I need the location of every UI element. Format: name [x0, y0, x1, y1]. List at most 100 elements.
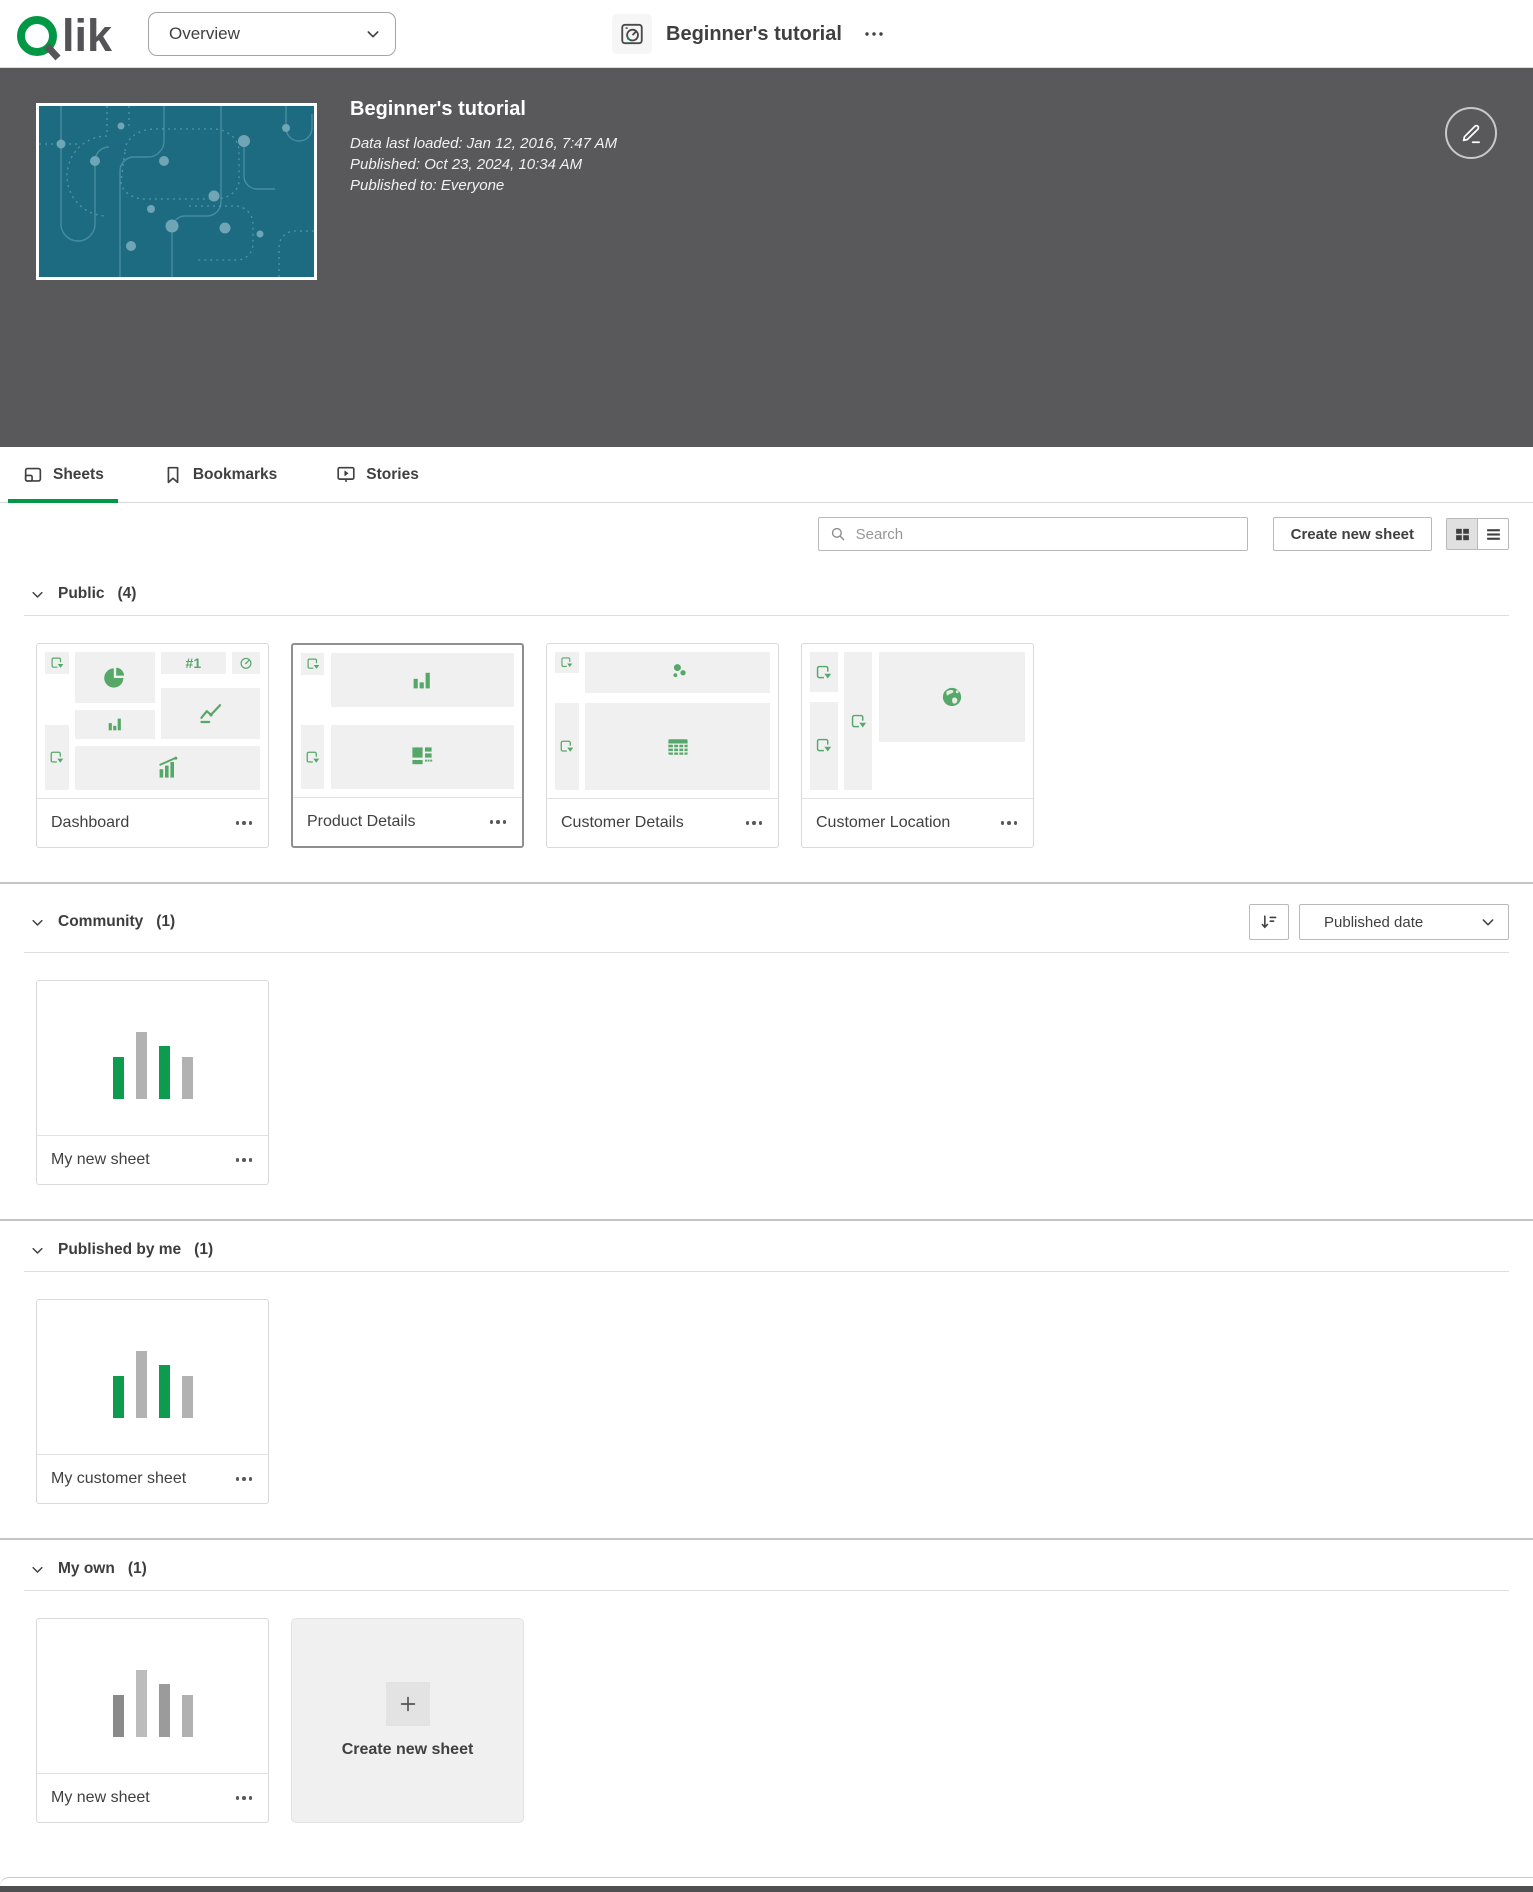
sheet-card-footer: My customer sheet	[37, 1454, 268, 1503]
section-count: (1)	[128, 1560, 147, 1578]
sheet-card[interactable]: My customer sheet	[36, 1299, 269, 1504]
list-view-button[interactable]	[1477, 518, 1509, 550]
app-info: Beginner's tutorial Data last loaded: Ja…	[350, 98, 617, 196]
sheet-object-tile	[555, 652, 579, 673]
section-toggle-published-by-me[interactable]: Published by me (1)	[30, 1241, 213, 1259]
section-public: Public (4) #1 Dashboard Product Details …	[0, 565, 1533, 882]
bar-chart-thumbnail	[37, 1619, 268, 1773]
section-toggle-my-own[interactable]: My own (1)	[30, 1560, 147, 1578]
sheet-card[interactable]: My new sheet	[36, 1618, 269, 1823]
sort-descending-icon	[1259, 912, 1279, 932]
sheet-object-tile	[879, 652, 1025, 742]
section-count: (1)	[156, 913, 175, 931]
section-label: Community	[58, 913, 143, 931]
chevron-down-icon	[30, 915, 45, 930]
search-box	[818, 517, 1248, 551]
sheet-card-menu-button[interactable]	[482, 806, 514, 838]
sort-by-value: Published date	[1324, 914, 1423, 931]
sheet-object-tile	[585, 652, 770, 693]
create-new-sheet-button[interactable]: Create new sheet	[1273, 517, 1432, 551]
ellipsis-icon	[746, 821, 763, 825]
chevron-down-icon	[30, 1243, 45, 1258]
meta-published: Published: Oct 23, 2024, 10:34 AM	[350, 154, 617, 175]
create-new-sheet-card[interactable]: Create new sheet	[291, 1618, 524, 1823]
sheet-thumbnail	[301, 653, 514, 789]
topbar: lik Overview Beginner's tutorial	[0, 0, 1533, 68]
tab-stories[interactable]: Stories	[321, 447, 433, 502]
bar-chart-icon	[410, 668, 434, 692]
thumbnail-bar	[182, 1695, 193, 1737]
pencil-icon	[1458, 120, 1484, 146]
thumbnail-bar	[113, 1376, 124, 1418]
grid-view-button[interactable]	[1446, 518, 1478, 550]
filterpane-icon	[49, 750, 64, 765]
section-published-by-me: Published by me (1) My customer sheet	[0, 1221, 1533, 1538]
sheet-object-tile	[45, 725, 69, 790]
edit-button[interactable]	[1445, 107, 1497, 159]
sheet-card-title: Product Details	[307, 813, 416, 831]
sheet-object-tile	[810, 702, 838, 790]
sheet-card-footer: Customer Location	[802, 798, 1033, 847]
bottom-edge	[0, 1877, 1533, 1886]
ellipsis-icon	[490, 820, 507, 824]
sheet-object-tile	[810, 652, 838, 692]
tab-bookmarks[interactable]: Bookmarks	[148, 447, 291, 502]
scatter-chart-icon	[666, 661, 690, 685]
sort-by-dropdown[interactable]: Published date	[1299, 904, 1509, 940]
app-menu-button[interactable]	[856, 16, 892, 52]
nav-dropdown-value: Overview	[169, 24, 240, 44]
app-thumbnail	[36, 103, 317, 280]
sheet-card-menu-button[interactable]	[228, 807, 260, 839]
sheet-card-menu-button[interactable]	[993, 807, 1025, 839]
tab-sheets[interactable]: Sheets	[8, 447, 118, 502]
sheet-card-title: Dashboard	[51, 814, 129, 832]
svg-text:lik: lik	[62, 10, 113, 61]
sheet-card[interactable]: My new sheet	[36, 980, 269, 1185]
sheet-object-tile	[301, 653, 324, 675]
ellipsis-icon	[236, 1477, 253, 1481]
search-input[interactable]	[856, 526, 1237, 543]
sheet-card[interactable]: Customer Location	[801, 643, 1034, 848]
sheet-card-footer: Product Details	[293, 797, 522, 846]
sheet-card[interactable]: #1 Dashboard	[36, 643, 269, 848]
sheet-object-tile	[75, 710, 155, 739]
sheet-thumbnail	[810, 652, 1025, 790]
kpi-value: #1	[186, 655, 202, 671]
sheet-card-footer: Customer Details	[547, 798, 778, 847]
view-toggle-group	[1446, 518, 1509, 550]
app-overview-page: lik Overview Beginner's tutorial	[0, 0, 1533, 1892]
sheet-card-menu-button[interactable]	[228, 1144, 260, 1176]
chevron-down-icon	[365, 26, 381, 42]
sheet-card[interactable]: Product Details	[291, 643, 524, 848]
stories-icon	[335, 464, 357, 486]
sheets-toolbar: Create new sheet	[0, 503, 1533, 565]
sheet-card[interactable]: Customer Details	[546, 643, 779, 848]
qlik-logo[interactable]: lik	[16, 6, 126, 62]
thumbnail-bar	[113, 1057, 124, 1099]
chevron-down-icon	[30, 1562, 45, 1577]
filterpane-icon	[305, 750, 320, 765]
bar-chart-thumbnail	[37, 981, 268, 1135]
map-icon	[940, 685, 964, 709]
ellipsis-icon	[1001, 821, 1018, 825]
section-toggle-public[interactable]: Public (4)	[30, 585, 136, 603]
thumbnail-bar	[159, 1046, 170, 1099]
nav-dropdown[interactable]: Overview	[148, 12, 396, 56]
hero-title: Beginner's tutorial	[350, 98, 617, 121]
plus-icon	[386, 1682, 430, 1726]
sheet-card-footer: My new sheet	[37, 1135, 268, 1184]
section-toggle-community[interactable]: Community (1)	[30, 913, 175, 931]
sheet-object-tile	[45, 652, 69, 674]
ellipsis-icon	[236, 821, 253, 825]
section-count: (1)	[194, 1241, 213, 1259]
section-label: My own	[58, 1560, 115, 1578]
app-thumbnail-pattern	[39, 106, 314, 277]
sheet-card-footer: Dashboard	[37, 798, 268, 847]
sheet-card-menu-button[interactable]	[228, 1463, 260, 1495]
sheet-card-menu-button[interactable]	[738, 807, 770, 839]
sheet-card-menu-button[interactable]	[228, 1782, 260, 1814]
chevron-down-icon	[1480, 914, 1496, 930]
sheet-card-title: Customer Location	[816, 814, 950, 832]
sheet-object-tile	[301, 725, 324, 789]
sort-order-button[interactable]	[1249, 904, 1289, 940]
